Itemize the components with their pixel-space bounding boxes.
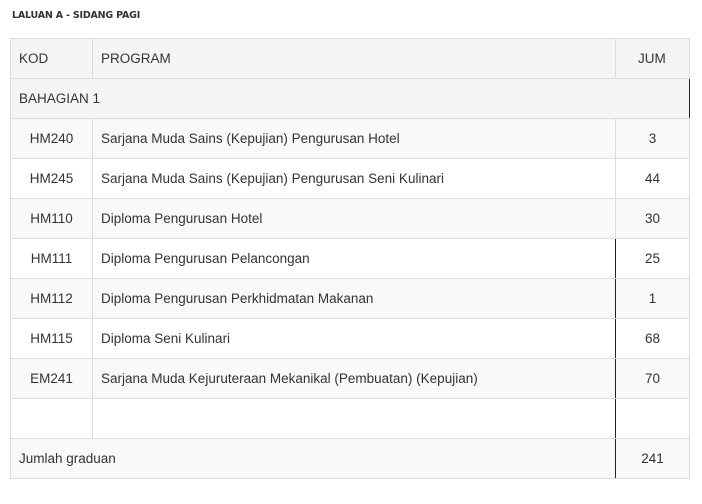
row-kod	[10, 398, 93, 439]
row-jum: 44	[615, 158, 690, 199]
row-kod: HM115	[10, 318, 93, 359]
row-kod: EM241	[10, 358, 93, 399]
row-kod: HM111	[10, 238, 93, 279]
row-program: Sarjana Muda Kejuruteraan Mekanikal (Pem…	[92, 358, 616, 399]
total-label: Jumlah graduan	[10, 438, 616, 479]
table-row: HM110 Diploma Pengurusan Hotel 30	[10, 198, 690, 239]
total-row: Jumlah graduan 241	[10, 438, 690, 479]
total-value: 241	[615, 438, 690, 479]
table-caption: LALUAN A - SIDANG PAGI	[12, 10, 141, 21]
row-kod: HM112	[10, 278, 93, 319]
row-jum	[615, 398, 690, 439]
table-row: HM245 Sarjana Muda Sains (Kepujian) Peng…	[10, 158, 690, 199]
row-jum: 68	[615, 318, 690, 359]
header-program: PROGRAM	[92, 38, 616, 79]
row-program: Sarjana Muda Sains (Kepujian) Pengurusan…	[92, 118, 616, 159]
row-kod: HM110	[10, 198, 93, 239]
table-row: HM115 Diploma Seni Kulinari 68	[10, 318, 690, 359]
table-row: HM111 Diploma Pengurusan Pelancongan 25	[10, 238, 690, 279]
section-label: BAHAGIAN 1	[10, 78, 690, 119]
row-kod: HM245	[10, 158, 93, 199]
row-program: Diploma Pengurusan Perkhidmatan Makanan	[92, 278, 616, 319]
table-row: EM241 Sarjana Muda Kejuruteraan Mekanika…	[10, 358, 690, 399]
row-jum: 70	[615, 358, 690, 399]
header-kod: KOD	[10, 38, 93, 79]
header-jum: JUM	[615, 38, 690, 79]
row-jum: 30	[615, 198, 690, 239]
row-program	[92, 398, 616, 439]
row-program: Diploma Seni Kulinari	[92, 318, 616, 359]
row-jum: 25	[615, 238, 690, 279]
row-jum: 3	[615, 118, 690, 159]
table-row	[10, 398, 690, 439]
table-row: HM112 Diploma Pengurusan Perkhidmatan Ma…	[10, 278, 690, 319]
table-header-row: KOD PROGRAM JUM	[10, 38, 690, 79]
row-program: Sarjana Muda Sains (Kepujian) Pengurusan…	[92, 158, 616, 199]
table-row: HM240 Sarjana Muda Sains (Kepujian) Peng…	[10, 118, 690, 159]
graduates-table: KOD PROGRAM JUM BAHAGIAN 1 HM240 Sarjana…	[10, 38, 690, 479]
row-kod: HM240	[10, 118, 93, 159]
row-jum: 1	[615, 278, 690, 319]
section-row: BAHAGIAN 1	[10, 78, 690, 119]
row-program: Diploma Pengurusan Hotel	[92, 198, 616, 239]
row-program: Diploma Pengurusan Pelancongan	[92, 238, 616, 279]
